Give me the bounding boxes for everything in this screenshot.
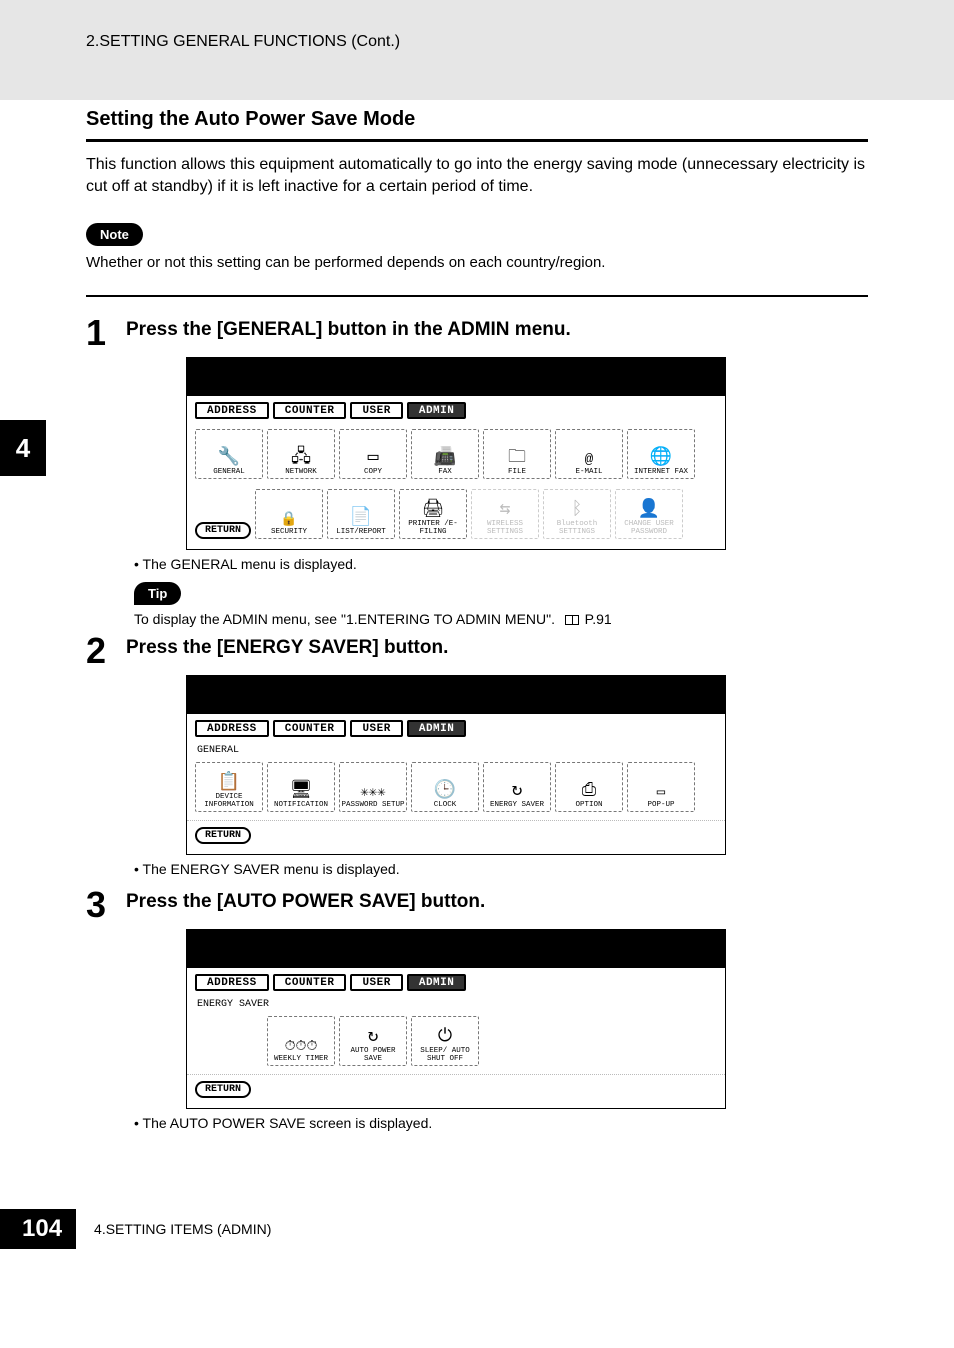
btn-option[interactable]: ⎙OPTION	[555, 762, 623, 812]
btn-password-setup[interactable]: ✳✳✳PASSWORD SETUP	[339, 762, 407, 812]
btn-device-information[interactable]: 📋DEVICE INFORMATION	[195, 762, 263, 812]
btn-fax[interactable]: 📠FAX	[411, 429, 479, 479]
screenshot-energy-saver-menu: ADDRESS COUNTER USER ADMIN ENERGY SAVER …	[186, 929, 726, 1109]
timer-icon: ⏱⏱⏱	[285, 1040, 318, 1054]
popup-icon: ▭	[657, 786, 665, 800]
notification-icon: 🖥	[290, 782, 313, 800]
btn-weekly-timer[interactable]: ⏱⏱⏱WEEKLY TIMER	[267, 1016, 335, 1066]
tab-address[interactable]: ADDRESS	[195, 402, 269, 419]
footer-chapter: 4.SETTING ITEMS (ADMIN)	[94, 1221, 271, 1237]
report-icon: 📄	[350, 509, 372, 527]
btn-network[interactable]: 🖧NETWORK	[267, 429, 335, 479]
step-2: 2 Press the [ENERGY SAVER] button.	[86, 633, 868, 669]
note-text: Whether or not this setting can be perfo…	[86, 254, 868, 271]
clock-icon: 🕒	[434, 782, 456, 800]
btn-list-report[interactable]: 📄LIST/REPORT	[327, 489, 395, 539]
btn-general[interactable]: 🔧GENERAL	[195, 429, 263, 479]
btn-wireless-settings: ⇆WIRELESS SETTINGS	[471, 489, 539, 539]
step-1: 1 Press the [GENERAL] button in the ADMI…	[86, 315, 868, 351]
tab-address[interactable]: ADDRESS	[195, 720, 269, 737]
option-icon: ⎙	[582, 782, 596, 800]
page-footer: 104 4.SETTING ITEMS (ADMIN)	[0, 1181, 954, 1267]
page-header: 2.SETTING GENERAL FUNCTIONS (Cont.)	[0, 0, 954, 100]
btn-clock[interactable]: 🕒CLOCK	[411, 762, 479, 812]
tab-counter[interactable]: COUNTER	[273, 974, 347, 991]
btn-email[interactable]: @E-MAIL	[555, 429, 623, 479]
btn-auto-power-save[interactable]: ↻AUTO POWER SAVE	[339, 1016, 407, 1066]
fax-icon: 📠	[434, 449, 456, 467]
breadcrumb-general: GENERAL	[187, 743, 725, 758]
tab-user[interactable]: USER	[350, 974, 402, 991]
screenshot-general-menu: ADDRESS COUNTER USER ADMIN GENERAL 📋DEVI…	[186, 675, 726, 855]
printer-icon: 🖨	[422, 501, 445, 519]
section-title: Setting the Auto Power Save Mode	[86, 108, 868, 131]
email-icon: @	[585, 453, 593, 467]
book-icon	[565, 615, 579, 625]
btn-bluetooth-settings: ᛒBluetooth SETTINGS	[543, 489, 611, 539]
btn-printer-efiling[interactable]: 🖨PRINTER /E-FILING	[399, 489, 467, 539]
btn-file[interactable]: 🗀FILE	[483, 429, 551, 479]
network-icon: 🖧	[291, 449, 311, 467]
person-icon: 👤	[638, 501, 660, 519]
globe-icon: 🌐	[650, 449, 672, 467]
step-2-result: The ENERGY SAVER menu is displayed.	[134, 861, 868, 877]
tab-admin[interactable]: ADMIN	[407, 402, 467, 419]
step-3-result: The AUTO POWER SAVE screen is displayed.	[134, 1115, 868, 1131]
section-intro: This function allows this equipment auto…	[86, 154, 868, 197]
step-3-title: Press the [AUTO POWER SAVE] button.	[126, 887, 868, 914]
tab-admin[interactable]: ADMIN	[407, 720, 467, 737]
page-number: 104	[0, 1209, 76, 1249]
return-button[interactable]: RETURN	[195, 1081, 251, 1098]
btn-internet-fax[interactable]: 🌐INTERNET FAX	[627, 429, 695, 479]
screenshot-admin-menu: ADDRESS COUNTER USER ADMIN 🔧GENERAL 🖧NET…	[186, 357, 726, 550]
btn-change-user-password: 👤CHANGE USER PASSWORD	[615, 489, 683, 539]
btn-notification[interactable]: 🖥NOTIFICATION	[267, 762, 335, 812]
step-number: 1	[86, 315, 126, 351]
refresh-icon: ↻	[512, 782, 523, 800]
wrench-icon: 🔧	[218, 449, 240, 467]
btn-energy-saver[interactable]: ↻ENERGY SAVER	[483, 762, 551, 812]
tab-address[interactable]: ADDRESS	[195, 974, 269, 991]
tab-counter[interactable]: COUNTER	[273, 720, 347, 737]
btn-popup[interactable]: ▭POP-UP	[627, 762, 695, 812]
btn-sleep-auto-shut-off[interactable]: ⏻SLEEP/ AUTO SHUT OFF	[411, 1016, 479, 1066]
password-icon: ✳✳✳	[360, 786, 385, 800]
copy-icon: ▭	[368, 449, 379, 467]
tip-label: Tip	[134, 582, 181, 605]
wifi-icon: ⇆	[500, 501, 511, 519]
tab-counter[interactable]: COUNTER	[273, 402, 347, 419]
pdf-lock-icon: 🔒	[280, 513, 297, 527]
breadcrumb: 2.SETTING GENERAL FUNCTIONS (Cont.)	[0, 33, 954, 51]
return-button[interactable]: RETURN	[195, 522, 251, 539]
step-2-title: Press the [ENERGY SAVER] button.	[126, 633, 868, 660]
device-icon: 📋	[218, 774, 240, 792]
step-1-result: The GENERAL menu is displayed.	[134, 556, 868, 572]
btn-copy[interactable]: ▭COPY	[339, 429, 407, 479]
step-1-title: Press the [GENERAL] button in the ADMIN …	[126, 315, 868, 342]
tab-user[interactable]: USER	[350, 402, 402, 419]
folder-icon: 🗀	[508, 449, 526, 467]
tab-admin[interactable]: ADMIN	[407, 974, 467, 991]
separator-rule	[86, 295, 868, 297]
tip-block: Tip To display the ADMIN menu, see "1.EN…	[134, 582, 868, 627]
note-block: Note Whether or not this setting can be …	[86, 223, 868, 271]
note-label: Note	[86, 223, 143, 246]
tab-user[interactable]: USER	[350, 720, 402, 737]
tip-text: To display the ADMIN menu, see "1.ENTERI…	[134, 611, 868, 627]
power-icon: ⏻	[438, 1028, 452, 1046]
breadcrumb-energy-saver: ENERGY SAVER	[187, 997, 725, 1012]
step-3: 3 Press the [AUTO POWER SAVE] button.	[86, 887, 868, 923]
return-button[interactable]: RETURN	[195, 827, 251, 844]
btn-security[interactable]: 🔒SECURITY	[255, 489, 323, 539]
step-number: 3	[86, 887, 126, 923]
bluetooth-icon: ᛒ	[572, 501, 583, 519]
step-number: 2	[86, 633, 126, 669]
power-save-icon: ↻	[368, 1028, 379, 1046]
title-rule	[86, 139, 868, 142]
chapter-side-tab: 4	[0, 420, 46, 476]
